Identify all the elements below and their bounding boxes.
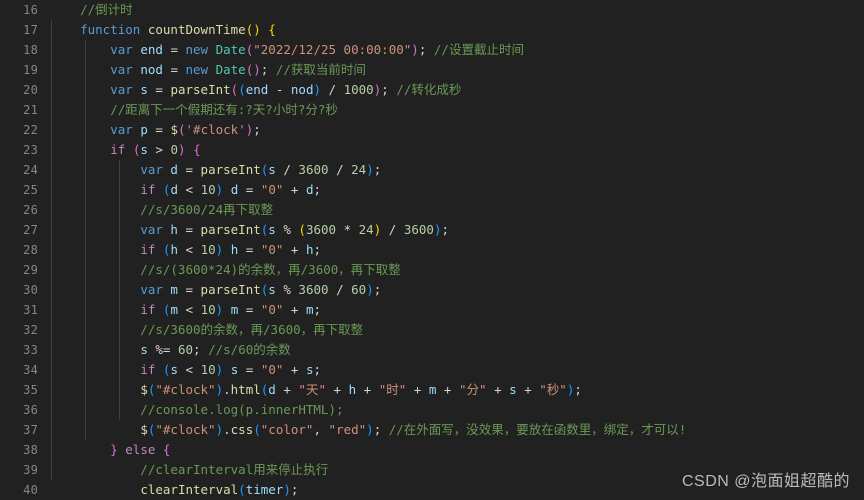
- code-line: //距离下一个假期还有:?天?小时?分?秒: [50, 102, 338, 117]
- code-line: var d = parseInt(s / 3600 / 24);: [140, 162, 382, 177]
- code-line: if (s < 10) s = "0" + s;: [140, 362, 322, 377]
- line-number: 39: [23, 463, 38, 477]
- code-line: var s = parseInt((end - nod) / 1000); //…: [110, 82, 462, 97]
- code-line: $("#clock").html(d + "天" + h + "时" + m +…: [140, 382, 582, 397]
- line-number: 23: [23, 143, 38, 157]
- line-number: 28: [23, 243, 38, 257]
- line-number: 19: [23, 63, 38, 77]
- code-line: var p = $('#clock');: [110, 122, 261, 137]
- line-number: 17: [23, 23, 38, 37]
- line-number: 35: [23, 383, 38, 397]
- line-number: 16: [23, 3, 38, 17]
- line-number: 25: [23, 183, 38, 197]
- line-number: 20: [23, 83, 38, 97]
- line-number-gutter: 16 17 18 19 20 21 22 23 24 25 26 27 28 2…: [0, 0, 44, 500]
- csdn-watermark: CSDN @泡面姐超酷的: [681, 473, 850, 490]
- line-number: 21: [23, 103, 38, 117]
- code-line: $("#clock").css("color", "red"); //在外面写，…: [140, 422, 687, 437]
- code-line: if (m < 10) m = "0" + m;: [140, 302, 322, 317]
- line-number: 33: [23, 343, 38, 357]
- token-comment: //倒计时: [50, 2, 133, 17]
- code-line: s %= 60; //s/60的余数: [140, 342, 291, 357]
- line-number: 37: [23, 423, 38, 437]
- code-line: function countDownTime() {: [80, 22, 276, 37]
- indent-guide: [51, 20, 52, 480]
- code-line: //s/(3600*24)的余数，再/3600，再下取整: [50, 262, 401, 277]
- code-line: var end = new Date("2022/12/25 00:00:00"…: [110, 42, 524, 57]
- line-number: 40: [23, 483, 38, 497]
- code-line: if (h < 10) h = "0" + h;: [140, 242, 322, 257]
- indent-guide: [119, 160, 120, 420]
- code-editor: 16 17 18 19 20 21 22 23 24 25 26 27 28 2…: [0, 0, 864, 500]
- line-number: 31: [23, 303, 38, 317]
- code-line: //s/3600/24再下取整: [50, 202, 274, 217]
- code-line: if (d < 10) d = "0" + d;: [140, 182, 322, 197]
- line-number: 27: [23, 223, 38, 237]
- line-number: 18: [23, 43, 38, 57]
- line-number: 24: [23, 163, 38, 177]
- line-number: 36: [23, 403, 38, 417]
- code-line: if (s > 0) {: [110, 142, 201, 157]
- line-number: 29: [23, 263, 38, 277]
- line-number: 32: [23, 323, 38, 337]
- code-line: var m = parseInt(s % 3600 / 60);: [140, 282, 382, 297]
- code-line: } else {: [110, 442, 171, 457]
- code-line: var nod = new Date(); //获取当前时间: [110, 62, 366, 77]
- line-number: 38: [23, 443, 38, 457]
- line-number: 26: [23, 203, 38, 217]
- line-number: 22: [23, 123, 38, 137]
- code-line: //倒计时: [44, 0, 864, 20]
- line-number: 30: [23, 283, 38, 297]
- code-text-area[interactable]: //倒计时 function countDownTime() { var end…: [44, 0, 864, 500]
- indent-guide: [85, 40, 86, 440]
- code-line: var h = parseInt(s % (3600 * 24) / 3600)…: [140, 222, 450, 237]
- code-line: //s/3600的余数，再/3600，再下取整: [50, 322, 364, 337]
- line-number: 34: [23, 363, 38, 377]
- code-line: //console.log(p.innerHTML);: [50, 402, 344, 417]
